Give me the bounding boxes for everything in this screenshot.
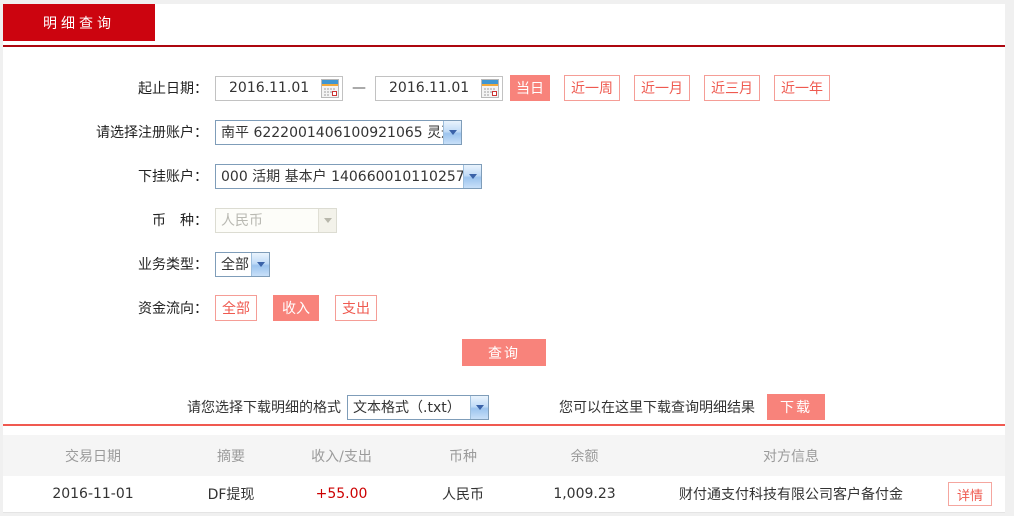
- query-button[interactable]: 查询: [462, 339, 546, 366]
- download-button[interactable]: 下载: [767, 394, 825, 420]
- cell-counterparty: 财付通支付科技有限公司客户备付金: [679, 487, 903, 503]
- cell-summary: DF提现: [207, 487, 255, 503]
- results-table: 交易日期 摘要 收入/支出 币种 余额 对方信息 2016-11-01 DF提现…: [3, 435, 1005, 513]
- cell-currency: 人民币: [442, 487, 484, 503]
- chevron-down-icon[interactable]: [443, 120, 461, 144]
- sub-account-label: 下挂账户：: [138, 169, 208, 185]
- col-header-amount: 收入/支出: [311, 448, 372, 465]
- sub-account-select[interactable]: 000 活期 基本户 1406600101102571848: [215, 163, 482, 189]
- calendar-icon[interactable]: [321, 78, 339, 98]
- registered-account-label: 请选择注册账户：: [96, 125, 208, 141]
- col-header-summary: 摘要: [217, 448, 245, 465]
- query-form: 起止日期： 2016.11.01 — 2016.11.01 当日 近一周 近一月…: [3, 47, 1005, 420]
- cell-amount: +55.00: [315, 486, 368, 502]
- col-header-currency: 币种: [449, 448, 477, 465]
- end-date-value: 2016.11.01: [389, 80, 470, 96]
- registered-account-row: 请选择注册账户： 南平 6222001406100921065 灵通卡: [3, 119, 1005, 145]
- download-hint: 您可以在这里下载查询明细结果: [559, 400, 755, 416]
- download-format-select[interactable]: 文本格式（.txt）: [347, 394, 489, 420]
- content-panel: 明细查询 起止日期： 2016.11.01 — 2016.11.01 当日 近一…: [3, 4, 1005, 513]
- tab-detail-query[interactable]: 明细查询: [3, 4, 155, 41]
- date-range-label: 起止日期：: [138, 81, 208, 97]
- query-button-row: 查询: [3, 339, 1005, 366]
- currency-label: 币 种：: [152, 213, 208, 229]
- chevron-down-icon[interactable]: [251, 252, 269, 276]
- download-format-value: 文本格式（.txt）: [353, 400, 461, 416]
- registered-account-select[interactable]: 南平 6222001406100921065 灵通卡: [215, 119, 462, 145]
- fund-flow-all-button[interactable]: 全部: [215, 295, 257, 321]
- chevron-down-icon[interactable]: [463, 164, 481, 188]
- fund-flow-row: 资金流向： 全部 收入 支出: [3, 295, 1005, 321]
- end-date-input[interactable]: 2016.11.01: [375, 75, 503, 101]
- col-header-balance: 余额: [570, 448, 599, 465]
- quick-btn-last-year[interactable]: 近一年: [774, 75, 830, 101]
- col-header-date: 交易日期: [65, 448, 121, 465]
- fund-flow-income-button[interactable]: 收入: [273, 295, 319, 321]
- quick-btn-last-3-months[interactable]: 近三月: [704, 75, 760, 101]
- quick-btn-last-month[interactable]: 近一月: [634, 75, 690, 101]
- col-header-counterparty: 对方信息: [763, 448, 819, 465]
- currency-row: 币 种： 人民币: [3, 207, 1005, 233]
- fund-flow-label: 资金流向：: [138, 301, 208, 317]
- download-row: 请您选择下载明细的格式 文本格式（.txt） 您可以在这里下载查询明细结果 下载: [187, 394, 1005, 420]
- currency-value: 人民币: [221, 213, 263, 229]
- sub-account-value: 000 活期 基本户 1406600101102571848: [221, 169, 463, 185]
- date-range-separator: —: [352, 80, 366, 96]
- chevron-down-icon[interactable]: [470, 395, 488, 419]
- download-format-label: 请您选择下载明细的格式: [187, 400, 341, 416]
- date-range-row: 起止日期： 2016.11.01 — 2016.11.01 当日 近一周 近一月…: [3, 75, 1005, 101]
- detail-button[interactable]: 详情: [948, 482, 992, 506]
- start-date-input[interactable]: 2016.11.01: [215, 75, 343, 101]
- business-type-select[interactable]: 全部: [215, 251, 270, 277]
- quick-btn-last-week[interactable]: 近一周: [564, 75, 620, 101]
- business-type-value: 全部: [221, 257, 249, 273]
- fund-flow-expense-button[interactable]: 支出: [335, 295, 377, 321]
- business-type-row: 业务类型： 全部: [3, 251, 1005, 277]
- quick-btn-today[interactable]: 当日: [510, 75, 550, 101]
- sub-account-row: 下挂账户： 000 活期 基本户 1406600101102571848: [3, 163, 1005, 189]
- cell-action: 详情: [935, 482, 1005, 506]
- table-row: 2016-11-01 DF提现 +55.00 人民币 1,009.23 财付通支…: [3, 476, 1005, 513]
- start-date-value: 2016.11.01: [229, 80, 310, 96]
- section-divider: [3, 424, 1005, 426]
- cell-balance: 1,009.23: [553, 486, 616, 502]
- cell-date: 2016-11-01: [52, 486, 134, 502]
- currency-select: 人民币: [215, 207, 337, 233]
- tab-bar: 明细查询: [3, 4, 1005, 41]
- calendar-icon[interactable]: [481, 78, 499, 98]
- chevron-down-icon: [318, 208, 336, 232]
- business-type-label: 业务类型：: [138, 257, 208, 273]
- table-header-row: 交易日期 摘要 收入/支出 币种 余额 对方信息: [3, 435, 1005, 476]
- registered-account-value: 南平 6222001406100921065 灵通卡: [221, 125, 443, 141]
